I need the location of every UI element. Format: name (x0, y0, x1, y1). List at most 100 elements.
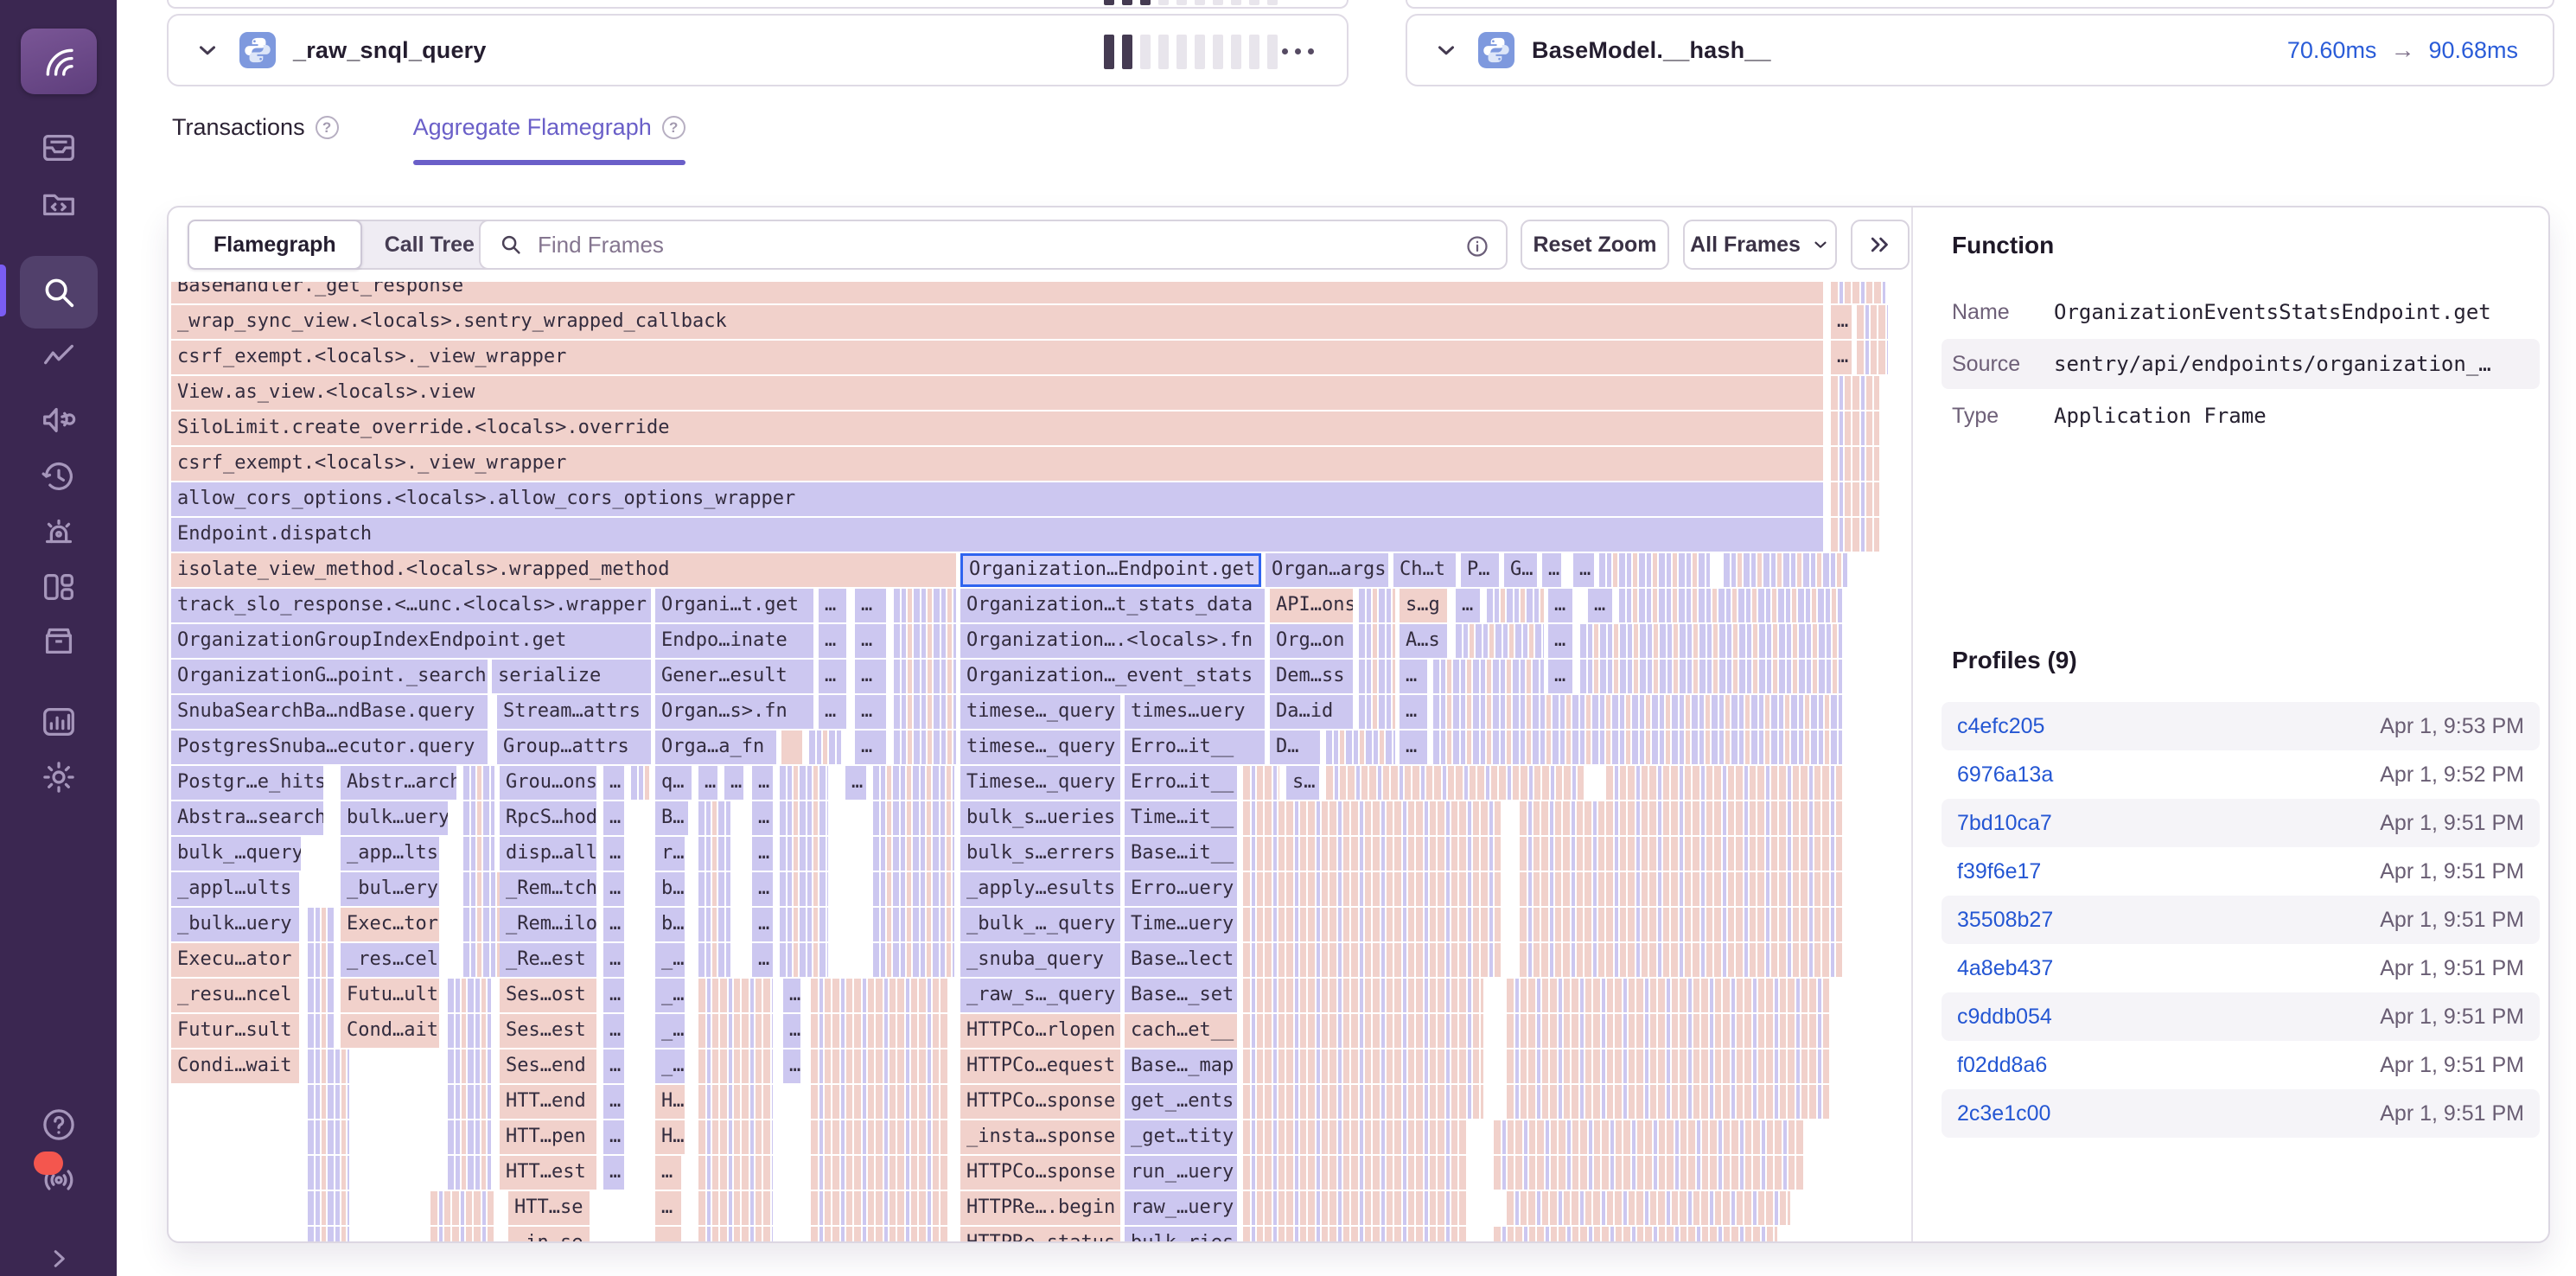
collapse-panel-button[interactable] (1851, 220, 1910, 270)
flamegraph-frame[interactable]: Abstra…search (171, 801, 323, 835)
flamegraph-frame[interactable]: _bulk_…_query (960, 908, 1120, 941)
flamegraph-minified-frames[interactable] (894, 589, 956, 622)
flamegraph-frame[interactable]: Organ…args (1266, 553, 1388, 587)
flamegraph-frame[interactable]: HTTPRe….begin (960, 1191, 1120, 1225)
flamegraph-minified-frames[interactable] (811, 1191, 947, 1225)
flamegraph-minified-frames[interactable] (811, 1227, 947, 1242)
sidebar-item-releases[interactable] (0, 621, 117, 660)
flamegraph-frame[interactable]: _bulk…uery (171, 908, 299, 941)
flamegraph-minified-frames[interactable] (1580, 624, 1842, 658)
flamegraph-minified-frames[interactable] (448, 1050, 491, 1083)
flamegraph-frame[interactable]: HTTPRe…status (960, 1227, 1120, 1242)
flamegraph-minified-frames[interactable] (1433, 695, 1842, 729)
flamegraph-frame[interactable]: … (655, 1156, 681, 1190)
flamegraph-frame[interactable]: … (1400, 695, 1427, 729)
flamegraph-minified-frames[interactable] (1520, 872, 1842, 906)
flamegraph-minified-frames[interactable] (308, 1156, 349, 1190)
flamegraph-minified-frames[interactable] (1359, 695, 1395, 729)
flamegraph-frame[interactable]: … (603, 943, 624, 977)
flamegraph-frame[interactable]: … (819, 624, 846, 658)
sidebar-item-whats-new[interactable] (0, 1160, 117, 1200)
flamegraph-minified-frames[interactable] (1619, 589, 1842, 622)
flamegraph-minified-frames[interactable] (1433, 660, 1544, 693)
flamegraph-minified-frames[interactable] (1359, 624, 1395, 658)
flamegraph-minified-frames[interactable] (308, 1050, 349, 1083)
flamegraph-minified-frames[interactable] (448, 1120, 491, 1154)
flamegraph-frame[interactable]: A…s (1400, 624, 1447, 658)
flamegraph-frame[interactable]: s…g (1400, 589, 1447, 622)
flamegraph-frame[interactable]: HTT…se (508, 1191, 590, 1225)
flamegraph-frame[interactable]: _Rem…ilo (500, 908, 596, 941)
more-options-button[interactable] (1282, 48, 1314, 54)
flamegraph-minified-frames[interactable] (1456, 624, 1544, 658)
sidebar-item-replays[interactable] (0, 456, 117, 496)
flamegraph-frame[interactable]: … (1831, 341, 1852, 374)
flamegraph-frame[interactable]: _appl…ults (171, 872, 299, 906)
flamegraph-frame[interactable]: … (845, 766, 866, 800)
info-icon[interactable] (1464, 233, 1490, 259)
call-tree-mode-button[interactable]: Call Tree (360, 221, 499, 268)
flamegraph-minified-frames[interactable] (780, 872, 828, 906)
flamegraph-minified-frames[interactable] (463, 908, 505, 941)
flamegraph-frame[interactable]: … (1588, 589, 1612, 622)
flamegraph-frame[interactable]: _… (655, 943, 685, 977)
flamegraph-minified-frames[interactable] (698, 908, 731, 941)
flamegraph-minified-frames[interactable] (1243, 1014, 1483, 1048)
flamegraph-frame[interactable]: … (603, 837, 624, 871)
profile-link[interactable]: 7bd10ca7 (1957, 811, 2052, 836)
flamegraph-frame[interactable]: … (1573, 553, 1594, 587)
flamegraph-minified-frames[interactable] (1606, 766, 1842, 800)
flamegraph-frame[interactable]: … (1400, 731, 1427, 764)
sidebar-item-issues[interactable] (0, 128, 117, 168)
flamegraph-frame[interactable]: bulk_s…ueries (960, 801, 1120, 835)
flamegraph-minified-frames[interactable] (1507, 1085, 1829, 1119)
flamegraph-frame[interactable]: Erro…it__ (1125, 766, 1237, 800)
flamegraph-frame[interactable]: get_…ents (1125, 1085, 1237, 1119)
profile-link[interactable]: f02dd8a6 (1957, 1053, 2047, 1078)
flamegraph-frame[interactable]: _… (655, 1014, 685, 1048)
flamegraph-frame[interactable]: track_slo_response.<…unc.<locals>.wrappe… (171, 589, 651, 622)
flamegraph-frame[interactable]: … (855, 731, 886, 764)
flamegraph-frame[interactable]: … (752, 801, 773, 835)
tab-aggregate-flamegraph[interactable]: Aggregate Flamegraph ? (413, 114, 685, 165)
flamegraph-frame[interactable]: … (819, 589, 846, 622)
flamegraph-frame[interactable]: … (783, 1014, 800, 1048)
flamegraph-frame-selected[interactable]: Organization…Endpoint.get (960, 553, 1261, 587)
flamegraph-frame[interactable]: … (603, 1156, 624, 1190)
flamegraph-minified-frames[interactable] (780, 943, 828, 977)
flamegraph-frame[interactable]: Futu…ult (341, 979, 439, 1012)
flamegraph-minified-frames[interactable] (873, 872, 954, 906)
flamegraph-frame[interactable]: HTT…est (500, 1156, 596, 1190)
flamegraph-minified-frames[interactable] (1243, 801, 1501, 835)
flamegraph-frame[interactable]: Stream…attrs (497, 695, 651, 729)
flamegraph-frame[interactable]: run_…uery (1125, 1156, 1237, 1190)
flamegraph-minified-frames[interactable] (698, 1014, 773, 1048)
profile-link[interactable]: 35508b27 (1957, 908, 2053, 933)
flamegraph-frame[interactable]: … (603, 1120, 624, 1154)
flamegraph-frame[interactable]: … (698, 766, 717, 800)
flamegraph-frame[interactable]: … (855, 660, 886, 693)
flamegraph-frame[interactable]: Ch…t (1393, 553, 1456, 587)
flamegraph-frame[interactable]: P… (1461, 553, 1499, 587)
flamegraph-frame[interactable]: … (752, 908, 773, 941)
flamegraph-frame[interactable]: _Rem…tch (500, 872, 596, 906)
flamegraph-frame[interactable]: _resu…ncel (171, 979, 299, 1012)
flamegraph-minified-frames[interactable] (430, 1227, 494, 1242)
flamegraph-minified-frames[interactable] (873, 801, 954, 835)
flamegraph-frame[interactable]: _get…tity (1125, 1120, 1237, 1154)
flamegraph-minified-frames[interactable] (811, 1156, 947, 1190)
flamegraph-frame[interactable]: Execu…ator (171, 943, 299, 977)
sidebar-item-projects[interactable] (0, 183, 117, 223)
flamegraph-minified-frames[interactable] (698, 1156, 773, 1190)
flamegraph-frame[interactable]: _Re…est (500, 943, 596, 977)
flamegraph-frame[interactable]: serialize (492, 660, 651, 693)
flamegraph-minified-frames[interactable] (1507, 1050, 1829, 1083)
flamegraph-frame[interactable]: … (855, 624, 886, 658)
flamegraph-frame[interactable]: _insta…sponse (960, 1120, 1120, 1154)
help-tooltip-icon[interactable]: ? (662, 116, 685, 139)
flamegraph-minified-frames[interactable] (448, 1085, 491, 1119)
flamegraph-frame[interactable]: Abstr…arch (341, 766, 456, 800)
flamegraph-minified-frames[interactable] (1359, 660, 1395, 693)
flamegraph-minified-frames[interactable] (873, 908, 954, 941)
flamegraph-minified-frames[interactable] (448, 1156, 491, 1190)
